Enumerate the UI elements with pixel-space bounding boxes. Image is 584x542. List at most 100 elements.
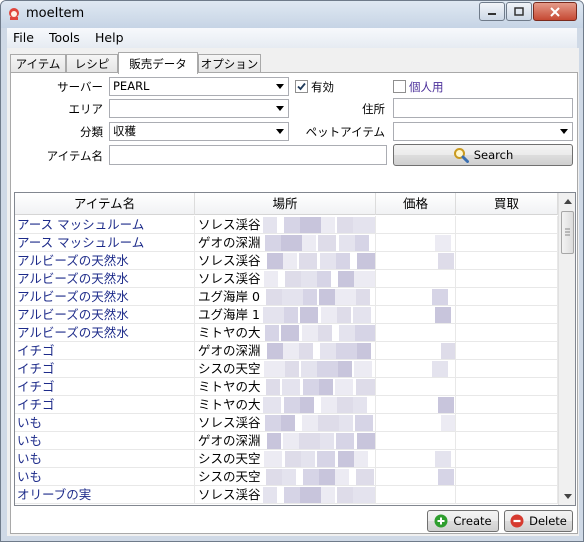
scroll-thumb[interactable] [561,211,574,254]
column-header-buy[interactable]: 買取 [456,193,558,215]
title-bar[interactable]: moeItem [1,1,583,28]
redaction-block [357,343,371,359]
personal-checkbox[interactable] [393,80,406,93]
redaction-block [318,235,336,251]
place-text: シスの天空 [198,361,261,376]
place-text: ソレス渓谷 [198,217,261,232]
redaction-block [355,235,369,251]
place-cell: シスの天空 [195,468,376,486]
redaction-block [263,217,277,233]
item-name-cell: イチゴ [15,360,195,378]
table-row[interactable]: アルビーズの天然水 ソレス渓谷 [15,270,558,288]
table-row[interactable]: アルビーズの天然水 ソレス渓谷 [15,252,558,270]
table-row[interactable]: いも シスの天空 [15,450,558,468]
place-text: ゲオの深淵 [198,433,261,448]
tab-options[interactable]: オプション [198,54,261,73]
pet-item-select[interactable] [393,122,573,141]
chevron-up-icon [563,199,572,204]
column-header-item-name[interactable]: アイテム名 [15,193,195,215]
place-text: ユグ海岸 1 [198,307,260,322]
redaction-block [335,379,353,395]
item-name-input[interactable] [109,145,387,165]
table-row[interactable]: オリーブの実 ソレス渓谷 [15,486,558,504]
redaction-block [353,217,375,233]
redaction-block [336,343,358,359]
area-select[interactable] [109,99,289,118]
price-cell [376,306,456,324]
item-name-cell: いも [15,468,195,486]
redaction-block [339,415,353,431]
table-row[interactable]: アース マッシュルーム ゲオの深淵 [15,234,558,252]
address-input[interactable] [393,98,573,118]
menu-help[interactable]: Help [95,30,124,45]
price-cell [376,342,456,360]
scroll-up-button[interactable] [559,193,575,210]
tab-item[interactable]: アイテム [10,54,66,73]
redaction-block [264,361,286,377]
table-row[interactable]: いも シスの天空 [15,468,558,486]
item-name-cell: アース マッシュルーム [15,234,195,252]
price-cell [376,216,456,234]
vertical-scrollbar[interactable] [558,193,575,505]
buy-cell [456,270,558,288]
server-select[interactable]: PEARL [109,77,289,96]
redaction-block [355,325,375,341]
search-button[interactable]: Search [393,144,573,166]
redaction-block [435,235,451,251]
category-select[interactable]: 収穫 [109,122,289,141]
redaction-block [284,307,298,323]
redaction-block [302,235,316,251]
table-row[interactable]: アース マッシュルーム ソレス渓谷 [15,216,558,234]
scroll-down-button[interactable] [559,488,575,505]
delete-button[interactable]: Delete [504,510,573,532]
table-row[interactable]: イチゴ ミトヤの大 [15,378,558,396]
table-row[interactable]: いも ソレス渓谷 [15,414,558,432]
item-name-cell: いも [15,450,195,468]
price-cell [376,378,456,396]
redaction-block [281,415,295,431]
redaction-block [317,451,335,467]
redaction-block [266,379,280,395]
maximize-button[interactable] [506,2,532,21]
menu-tools[interactable]: Tools [49,30,80,45]
item-name-cell: アルビーズの天然水 [15,270,195,288]
server-value: PEARL [113,79,150,93]
buy-cell [456,288,558,306]
minimize-button[interactable] [479,2,505,21]
redaction-block [321,217,335,233]
create-button[interactable]: Create [427,510,499,532]
place-cell: ソレス渓谷 [195,216,376,234]
item-name-cell: いも [15,432,195,450]
table-row[interactable]: イチゴ ミトヤの大 [15,396,558,414]
place-cell: ミトヤの大 [195,378,376,396]
redaction-block [432,289,448,305]
table-row[interactable]: アルビーズの天然水 ユグ海岸 0 [15,288,558,306]
redaction-block [264,451,282,467]
redaction-block [299,433,321,449]
redaction-block [317,271,331,287]
enabled-checkbox[interactable] [295,80,308,93]
buy-cell [456,432,558,450]
place-text: シスの天空 [198,469,261,484]
redaction-block [356,469,374,485]
server-label: サーバー [57,80,103,94]
table-row[interactable]: いも ゲオの深淵 [15,432,558,450]
redaction-block [353,487,375,503]
menu-file[interactable]: File [13,30,34,45]
table-row[interactable]: イチゴ ゲオの深淵 [15,342,558,360]
table-row[interactable]: アルビーズの天然水 ミトヤの大 [15,324,558,342]
tab-sales-data[interactable]: 販売データ [118,52,198,74]
price-cell [376,414,456,432]
column-header-place[interactable]: 場所 [195,193,376,215]
tab-recipe[interactable]: レシピ [66,54,118,73]
sales-data-grid[interactable]: アイテム名 場所 価格 買取 アース マッシュルーム ソレス渓谷 アース マッシュル… [14,192,576,506]
table-row[interactable]: アルビーズの天然水 ユグ海岸 1 [15,306,558,324]
grid-rows: アース マッシュルーム ソレス渓谷 アース マッシュルーム ゲオの深淵 アルビーズの天然… [15,216,558,504]
place-text: ソレス渓谷 [198,415,261,430]
redaction-block [265,325,279,341]
redaction-block [303,289,317,305]
close-button[interactable] [533,2,577,21]
place-text: ソレス渓谷 [198,487,261,502]
table-row[interactable]: イチゴ シスの天空 [15,360,558,378]
column-header-price[interactable]: 価格 [376,193,456,215]
